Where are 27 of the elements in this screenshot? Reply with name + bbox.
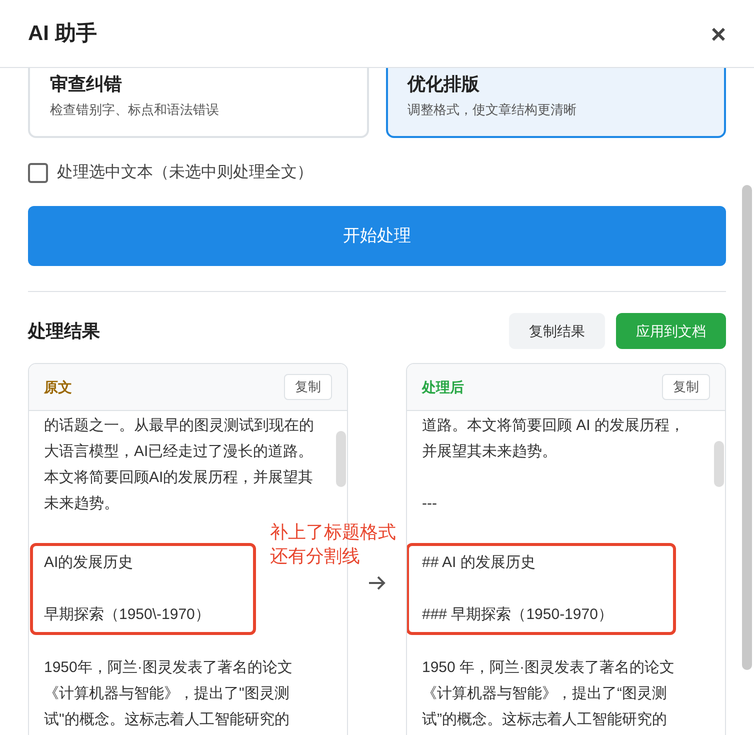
text-paragraph: 的话题之一。从最早的图灵测试到现在的大语言模型，AI已经走过了漫长的道路。本文将简要回顾AI的发展历程，并展望其未来趋势。	[44, 416, 315, 514]
text-paragraph: 1950年，阿兰·图灵发表了著名的论文《计算机器与智能》，提出了"图灵测试"的概念。这标志着人工智能研究的	[44, 658, 294, 730]
text-paragraph: ### 早期探索（1950-1970）	[422, 605, 614, 625]
text-paragraph: 早期探索（1950\-1970）	[44, 605, 211, 625]
text-paragraph: ## AI 的发展历史	[422, 553, 536, 573]
mode-description: 检查错别字、标点和语法错误	[50, 101, 220, 119]
copy-result-button[interactable]: 复制结果	[509, 313, 605, 349]
mode-title: 优化排版	[408, 73, 480, 96]
start-button[interactable]: 开始处理	[28, 206, 726, 266]
text-paragraph: ---	[422, 494, 438, 514]
panel-title: 处理后	[422, 378, 464, 396]
text-paragraph: 道路。本文将简要回顾 AI 的发展历程，并展望其未来趋势。	[422, 416, 686, 462]
mode-description: 调整格式，使文章结构更清晰	[408, 101, 578, 119]
annotation-text: 还有分割线	[270, 545, 360, 568]
mode-title: 审查纠错	[50, 73, 123, 96]
panel-title: 原文	[44, 378, 72, 396]
text-paragraph: 1950 年，阿兰·图灵发表了著名的论文《计算机器与智能》，提出了“图灵测试”的概念。这标志着人工智能研究的	[422, 658, 676, 730]
text-paragraph: AI的发展历史	[44, 553, 134, 573]
dialog-title: AI 助手	[28, 20, 97, 47]
mode-card[interactable]: 优化排版 调整格式，使文章结构更清晰	[386, 68, 726, 138]
close-button[interactable]: ×	[710, 20, 726, 46]
annotation-text: 补上了标题格式	[270, 521, 396, 544]
checkbox-label: 处理选中文本（未选中则处理全文）	[57, 162, 313, 183]
copy-button[interactable]: 复制	[662, 374, 710, 400]
mode-card[interactable]: 审查纠错 检查错别字、标点和语法错误	[28, 68, 368, 138]
results-title: 处理结果	[28, 320, 100, 342]
copy-button[interactable]: 复制	[284, 374, 332, 400]
